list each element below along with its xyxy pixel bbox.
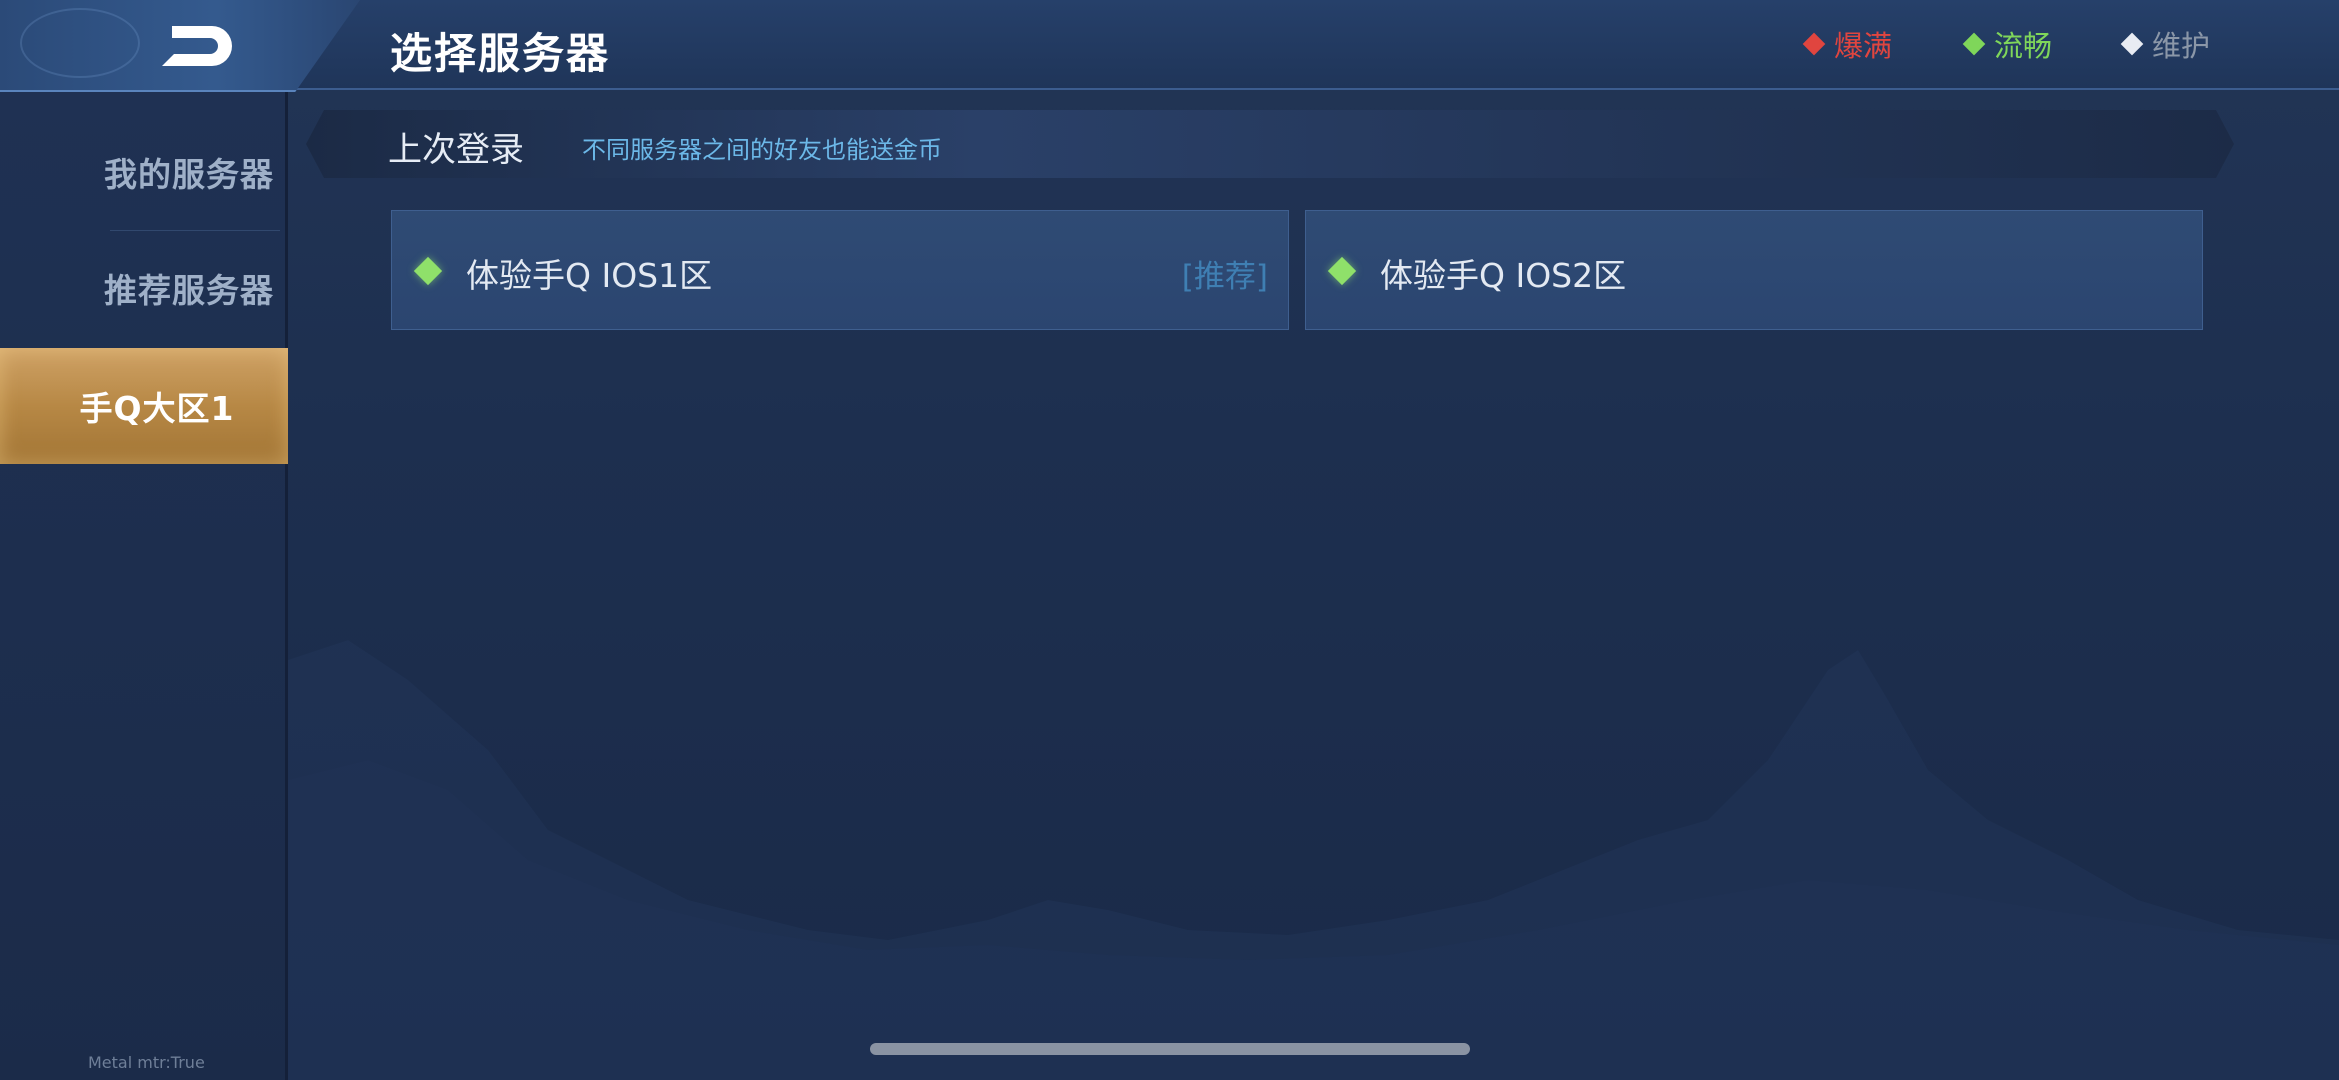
server-name: 体验手Q IOS2区 xyxy=(1380,256,1627,295)
back-arrow-icon xyxy=(162,26,232,66)
back-button[interactable] xyxy=(0,0,360,92)
page-title: 选择服务器 xyxy=(390,29,611,78)
server-card-ios2[interactable]: 体验手Q IOS2区 xyxy=(1305,210,2203,330)
server-name: 体验手Q IOS1区 xyxy=(466,256,713,295)
green-diamond-icon xyxy=(1327,256,1357,286)
legend-full-label: 爆满 xyxy=(1834,29,1893,63)
green-diamond-icon xyxy=(1962,32,1986,56)
sidebar-item-my-servers[interactable]: 我的服务器 xyxy=(0,114,288,230)
recommended-tag: [推荐] xyxy=(1181,259,1268,295)
sidebar-item-recommended[interactable]: 推荐服务器 xyxy=(0,230,288,346)
debug-metal-label: Metal mtr:True xyxy=(88,1053,205,1072)
legend-smooth-label: 流畅 xyxy=(1994,29,2053,63)
legend-maintenance: 维护 xyxy=(2120,24,2211,64)
sidebar-item-shouq-region-1[interactable]: 手Q大区1 xyxy=(0,348,288,464)
decorative-swirl xyxy=(20,8,140,78)
green-diamond-icon xyxy=(413,256,443,286)
home-indicator[interactable] xyxy=(870,1043,1470,1055)
server-category-sidebar: 我的服务器 推荐服务器 手Q大区1 xyxy=(0,92,288,1080)
legend-smooth: 流畅 xyxy=(1962,24,2053,64)
top-bar: 选择服务器 爆满 流畅 维护 xyxy=(0,0,2339,92)
mountain-background xyxy=(288,640,2339,1080)
legend-maintenance-label: 维护 xyxy=(2152,29,2211,63)
last-login-title: 上次登录 xyxy=(388,130,524,170)
legend-full: 爆满 xyxy=(1802,24,1893,64)
last-login-hint: 不同服务器之间的好友也能送金币 xyxy=(582,136,942,164)
server-card-ios1[interactable]: 体验手Q IOS1区 [推荐] xyxy=(391,210,1289,330)
red-diamond-icon xyxy=(1802,32,1826,56)
white-diamond-icon xyxy=(2120,32,2144,56)
